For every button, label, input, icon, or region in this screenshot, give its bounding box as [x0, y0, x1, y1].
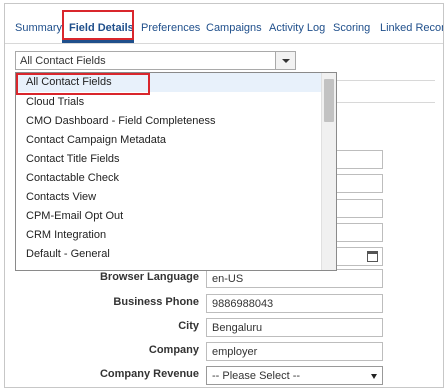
tab-bar: Summary Field Details Preferences Campai…: [5, 4, 443, 44]
business-phone-input[interactable]: 9886988043: [206, 294, 383, 313]
city-value: Bengaluru: [212, 322, 263, 334]
field-group-dropdown-list[interactable]: All Contact Fields Cloud Trials CMO Dash…: [15, 72, 337, 271]
company-revenue-label: Company Revenue: [99, 368, 199, 380]
tab-summary[interactable]: Summary: [15, 22, 62, 34]
selected-option-highlight-box: [16, 73, 150, 95]
field-group-select[interactable]: All Contact Fields: [15, 51, 296, 70]
dropdown-option[interactable]: CMO Dashboard - Field Completeness: [16, 112, 322, 131]
select-arrow-button[interactable]: [275, 52, 295, 69]
dropdown-option[interactable]: Contacts View: [16, 188, 322, 207]
dropdown-option[interactable]: Contactable Check: [16, 169, 322, 188]
tab-highlight-box: [62, 10, 134, 40]
chevron-down-icon: [371, 374, 377, 379]
chevron-down-icon: [282, 59, 290, 63]
active-tab-indicator: [62, 40, 134, 43]
company-revenue-value: -- Please Select --: [212, 370, 301, 382]
scrollbar-thumb[interactable]: [324, 79, 334, 122]
dropdown-option[interactable]: CPM-Email Opt Out: [16, 207, 322, 226]
tab-campaigns[interactable]: Campaigns: [206, 22, 262, 34]
dropdown-option[interactable]: CRM Integration: [16, 226, 322, 245]
company-input[interactable]: employer: [206, 342, 383, 361]
dropdown-option[interactable]: Contact Title Fields: [16, 150, 322, 169]
tab-activity-log[interactable]: Activity Log: [269, 22, 325, 34]
dropdown-option[interactable]: Default - General: [16, 245, 322, 264]
calendar-icon[interactable]: [367, 251, 378, 262]
browser-language-value: en-US: [212, 273, 244, 285]
business-phone-label: Business Phone: [113, 296, 199, 308]
business-phone-value: 9886988043: [212, 298, 274, 310]
city-label: City: [178, 320, 199, 332]
contact-details-panel: Summary Field Details Preferences Campai…: [4, 3, 444, 388]
company-value: employer: [212, 346, 258, 358]
browser-language-input[interactable]: en-US: [206, 269, 383, 288]
tab-preferences[interactable]: Preferences: [141, 22, 200, 34]
dropdown-scrollbar[interactable]: [321, 73, 336, 270]
tab-scoring[interactable]: Scoring: [333, 22, 370, 34]
city-input[interactable]: Bengaluru: [206, 318, 383, 337]
company-revenue-select[interactable]: -- Please Select --: [206, 366, 383, 385]
dropdown-option[interactable]: Contact Campaign Metadata: [16, 131, 322, 150]
browser-language-label: Browser Language: [99, 271, 199, 283]
company-label: Company: [148, 344, 199, 356]
dropdown-option[interactable]: Cloud Trials: [16, 93, 322, 112]
tab-linked-records[interactable]: Linked Records: [380, 22, 443, 34]
field-group-select-value: All Contact Fields: [20, 55, 106, 67]
